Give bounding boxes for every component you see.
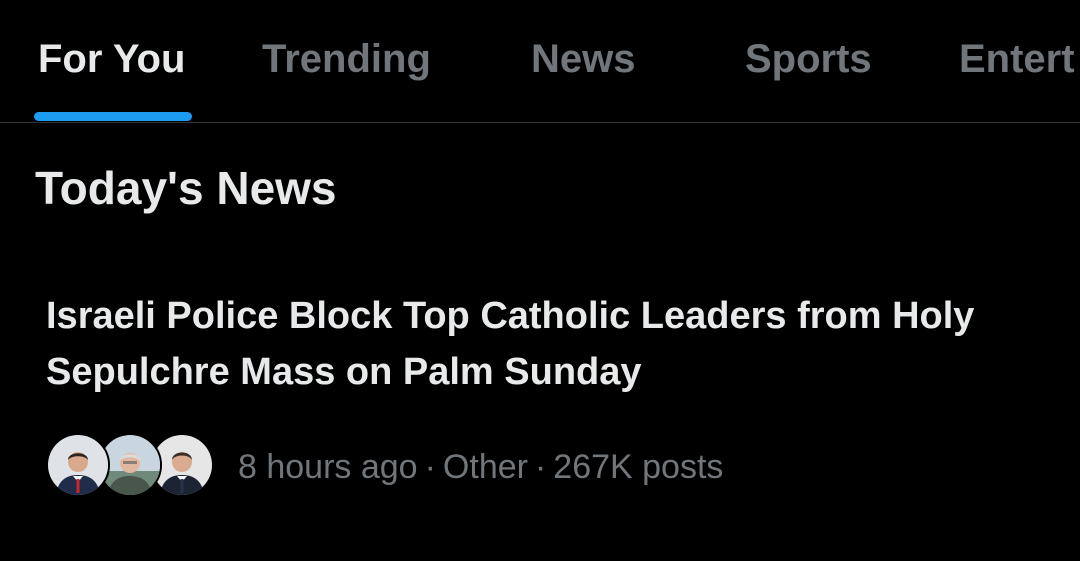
story-category: Other <box>442 448 528 486</box>
section-title: Today's News <box>35 162 337 214</box>
avatar-group <box>46 433 216 497</box>
avatar-person-1 <box>46 433 110 497</box>
story-post-count: 267K posts <box>553 448 724 486</box>
separator-dot: · <box>424 448 436 486</box>
news-headline[interactable]: Israeli Police Block Top Catholic Leader… <box>46 288 1046 400</box>
story-time: 8 hours ago <box>238 448 418 486</box>
tab-bar: For You Trending News Sports Entert <box>0 0 1080 123</box>
tab-for-you[interactable]: For You <box>38 36 185 82</box>
tab-trending[interactable]: Trending <box>262 36 431 82</box>
separator-dot: · <box>534 448 547 486</box>
tab-entertainment[interactable]: Entert <box>959 36 1075 82</box>
story-meta: 8 hours ago · Other · 267K posts <box>238 446 723 488</box>
active-tab-indicator <box>34 112 192 121</box>
tab-sports[interactable]: Sports <box>745 36 872 82</box>
tab-news[interactable]: News <box>531 36 636 82</box>
